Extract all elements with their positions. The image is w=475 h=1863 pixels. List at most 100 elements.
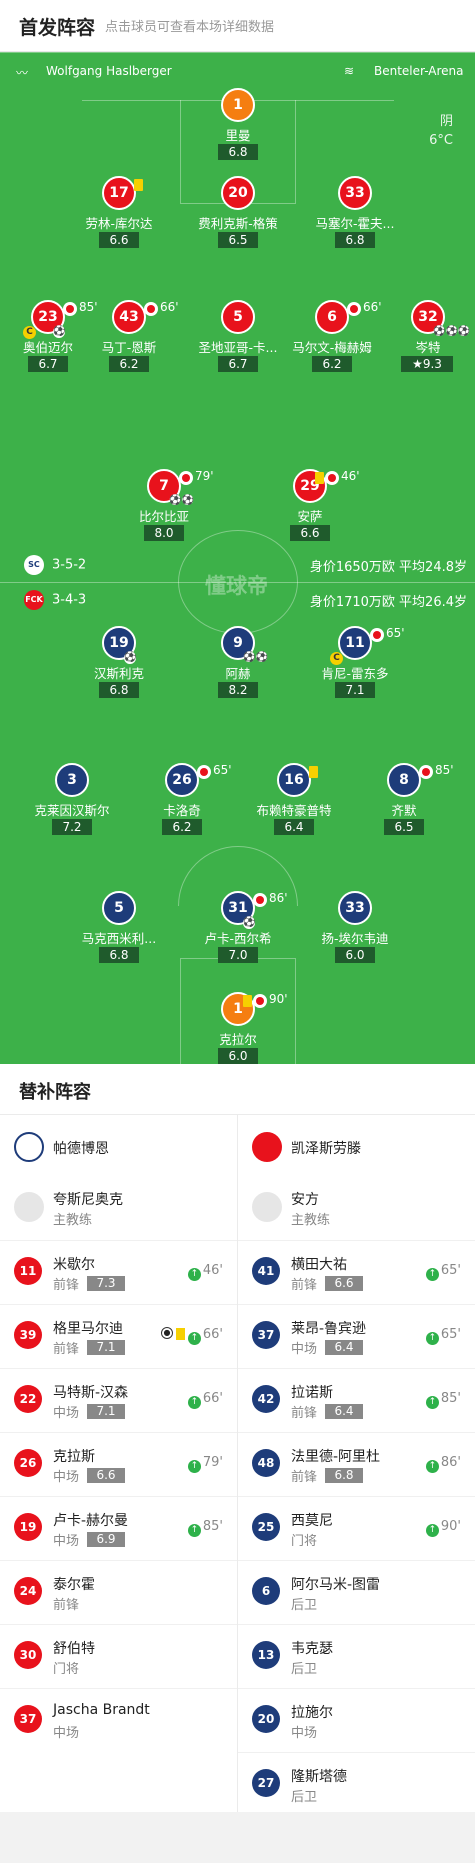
coach-row[interactable]: 安方 主教练 [238,1176,475,1240]
away-value: 身价1710万欧 平均26.4岁 [309,595,467,610]
sub-name: 克拉斯 [53,1449,95,1465]
away-formation: FCK 3-4-3 [24,590,86,610]
player-name: 里曼 [225,128,251,143]
player-name: 卡洛奇 [163,803,201,818]
temperature: 6°C [429,133,453,148]
player-number: 11 [338,626,372,660]
sub-minute: 90' [269,992,288,1006]
player-3[interactable]: 3 克莱因汉斯尔 7.2 [17,763,127,853]
sub-row[interactable]: 37 Jascha Brandt 中场 [0,1688,237,1752]
player-name: 阿赫 [225,666,251,681]
home-team[interactable]: 帕德博恩 [0,1114,237,1176]
goals-icon: ⚽⚽⚽ [433,326,471,337]
player-number: 20 [221,176,255,210]
coach-role: 主教练 [53,1213,93,1228]
player-17[interactable]: 17 劳林-库尔达 6.6 [64,176,174,266]
goal-icon: ⚽ [124,652,137,664]
player-rating: 6.5 [218,232,258,248]
sub-row[interactable]: 37 莱昂-鲁宾逊 中场 6.4 ↑ 65' [238,1304,475,1368]
sub-out-icon [179,471,193,485]
home-logo-icon: SC [24,555,44,575]
sub-row[interactable]: 22 马特斯-汉森 中场 7.1 ↑ 66' [0,1368,237,1432]
sub-row[interactable]: 48 法里德-阿里杜 前锋 6.8 ↑ 86' [238,1432,475,1496]
player-1[interactable]: 1 里曼 6.8 [183,88,293,178]
player-29[interactable]: 29 安萨 6.6 46' [255,469,365,559]
sub-position: 后卫 [291,1662,318,1677]
player-31[interactable]: 31 卢卡-西尔希 7.0 86' ⚽ [183,891,293,981]
player-26[interactable]: 26 卡洛奇 6.2 65' [127,763,237,853]
player-name: 扬-埃尔韦迪 [321,931,389,946]
sub-row[interactable]: 39 格里马尔迪 前锋 7.1 ↑ 66' ● [0,1304,237,1368]
sub-row[interactable]: 25 西莫尼 门将 ↑ 90' [238,1496,475,1560]
sub-out-icon [347,302,361,316]
sub-row[interactable]: 11 米歇尔 前锋 7.3 ↑ 46' [0,1240,237,1304]
sub-name: 横田大祐 [291,1257,347,1273]
player-rating: 6.8 [99,682,139,698]
sub-name: 马特斯-汉森 [53,1385,129,1401]
sub-row[interactable]: 6 阿尔马米-图雷 后卫 [238,1560,475,1624]
player-9[interactable]: 9 阿赫 8.2 ⚽⚽ [183,626,293,716]
watermark: 懂球帝 [205,574,268,598]
bench-title: 替补阵容 [19,1082,91,1103]
sub-number: 26 [14,1449,42,1477]
weather-text: 阴 [439,114,453,129]
sub-in-icon: ↑ [425,1396,439,1409]
sub-in-icon: ↑ [425,1460,439,1473]
sub-number: 24 [14,1577,42,1605]
coach-role: 主教练 [291,1213,331,1228]
player-rating: 6.8 [218,144,258,160]
sub-row[interactable]: 27 隆斯塔德 后卫 [238,1752,475,1816]
player-33[interactable]: 33 马塞尔-霍夫... 6.8 [300,176,410,266]
sub-row[interactable]: 13 韦克瑟 后卫 [238,1624,475,1688]
player-number: 8 [387,763,421,797]
sub-row[interactable]: 24 泰尔霍 前锋 [0,1560,237,1624]
sub-out-icon [325,471,339,485]
player-number: 33 [338,176,372,210]
sub-in-icon: ↑ [187,1396,201,1409]
sub-minute: 79' [195,469,214,483]
sub-rating: 6.4 [325,1404,363,1419]
sub-in: ↑ 66' [187,1391,223,1409]
player-32[interactable]: 32 岑特 ★9.3 ⚽⚽⚽ [373,300,475,390]
sub-number: 25 [252,1513,280,1541]
sub-position: 中场 [53,1470,80,1485]
player-20[interactable]: 20 费利克斯-格策 6.5 [183,176,293,266]
player-16[interactable]: 16 布赖特豪普特 6.4 [239,763,349,853]
coach-avatar [252,1192,282,1222]
player-19[interactable]: 19 汉斯利克 6.8 ⚽ [64,626,174,716]
player-33[interactable]: 33 扬-埃尔韦迪 6.0 [300,891,410,981]
player-11[interactable]: 11 肯尼-雷东多 7.1 65' C [300,626,410,716]
away-team[interactable]: 凯泽斯劳滕 [238,1114,475,1176]
player-1[interactable]: 1 克拉尔 6.0 90' [183,992,293,1064]
sub-number: 37 [252,1321,280,1349]
sub-name: 拉诺斯 [291,1385,333,1401]
sub-name: 泰尔霍 [53,1577,95,1593]
player-number: 17 [102,176,136,210]
player-8[interactable]: 8 齐默 6.5 85' [349,763,459,853]
sub-row[interactable]: 30 舒伯特 门将 [0,1624,237,1688]
sub-position: 后卫 [291,1790,318,1805]
sub-position: 后卫 [291,1598,318,1613]
player-43[interactable]: 43 马丁-恩斯 6.2 66' [74,300,184,390]
sub-name: 隆斯塔德 [291,1769,347,1785]
home-team-name: 帕德博恩 [53,1141,109,1157]
player-number: 1 [221,88,255,122]
sub-in: ↑ 65' [425,1327,461,1345]
sub-number: 6 [252,1577,280,1605]
stadium-name: Benteler-Arena [374,64,464,78]
player-5[interactable]: 5 马克西米利... 6.8 [64,891,174,981]
coach-row[interactable]: 夸斯尼奥克 主教练 [0,1176,237,1240]
sub-row[interactable]: 19 卢卡-赫尔曼 中场 6.9 ↑ 85' [0,1496,237,1560]
sub-row[interactable]: 20 拉施尔 中场 [238,1688,475,1752]
sub-position: 门将 [291,1534,318,1549]
player-name: 马塞尔-霍夫... [315,216,395,231]
sub-row[interactable]: 26 克拉斯 中场 6.6 ↑ 79' [0,1432,237,1496]
sub-row[interactable]: 42 拉诺斯 前锋 6.4 ↑ 85' [238,1368,475,1432]
sub-name: 卢卡-赫尔曼 [53,1513,129,1529]
sub-row[interactable]: 41 横田大祐 前锋 6.6 ↑ 65' [238,1240,475,1304]
sub-minute: 86' [269,891,288,905]
sub-name: Jascha Brandt [53,1702,150,1718]
sub-in: ↑ 46' [187,1263,223,1281]
player-name: 岑特 [415,340,441,355]
player-7[interactable]: 7 比尔比亚 8.0 79' ⚽⚽ [109,469,219,559]
